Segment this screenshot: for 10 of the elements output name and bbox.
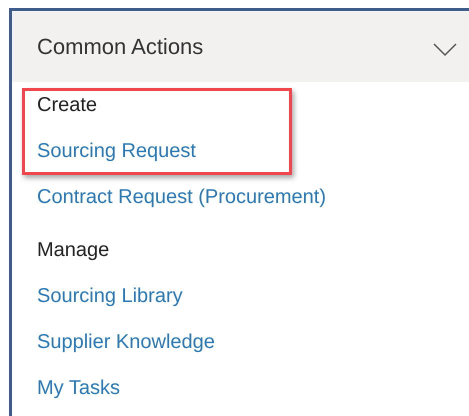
action-link[interactable]: Sourcing Request [37, 136, 196, 166]
action-link[interactable]: Contract Request (Procurement) [37, 182, 326, 212]
section-heading: Create [37, 93, 98, 118]
action-link[interactable]: My Tasks [37, 373, 120, 403]
section-heading: Manage [37, 238, 110, 263]
action-link[interactable]: Supplier Knowledge [37, 327, 215, 357]
action-link[interactable]: Sourcing Library [37, 281, 183, 311]
panel-title: Common Actions [37, 33, 204, 61]
chevron-down-icon [433, 42, 457, 56]
panel-header[interactable]: Common Actions [12, 11, 469, 82]
